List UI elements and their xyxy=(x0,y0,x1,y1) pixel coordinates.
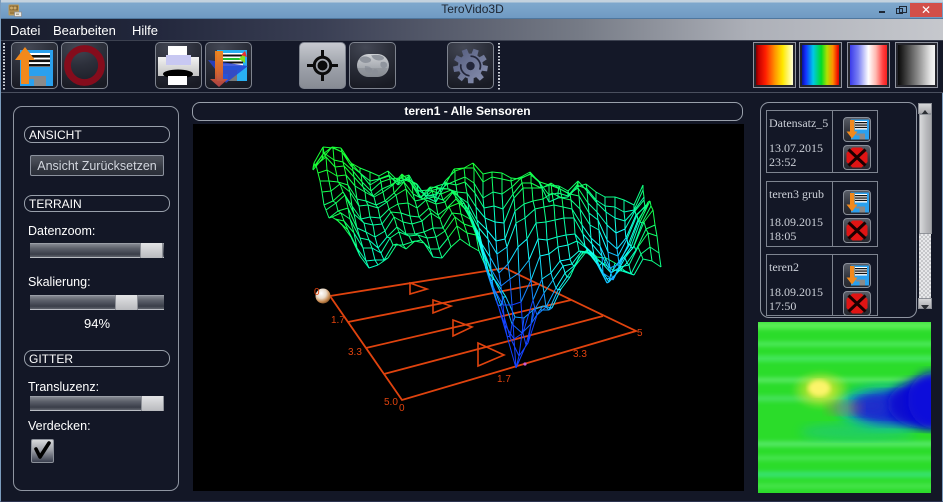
svg-text:0: 0 xyxy=(399,403,405,414)
svg-text:1.7: 1.7 xyxy=(497,374,511,385)
svg-text:0: 0 xyxy=(314,287,320,298)
svg-text:5.0: 5.0 xyxy=(384,397,398,408)
svg-text:3.3: 3.3 xyxy=(573,349,587,360)
svg-text:1.7: 1.7 xyxy=(331,315,345,326)
svg-text:5: 5 xyxy=(637,328,643,339)
svg-text:3.3: 3.3 xyxy=(348,347,362,358)
